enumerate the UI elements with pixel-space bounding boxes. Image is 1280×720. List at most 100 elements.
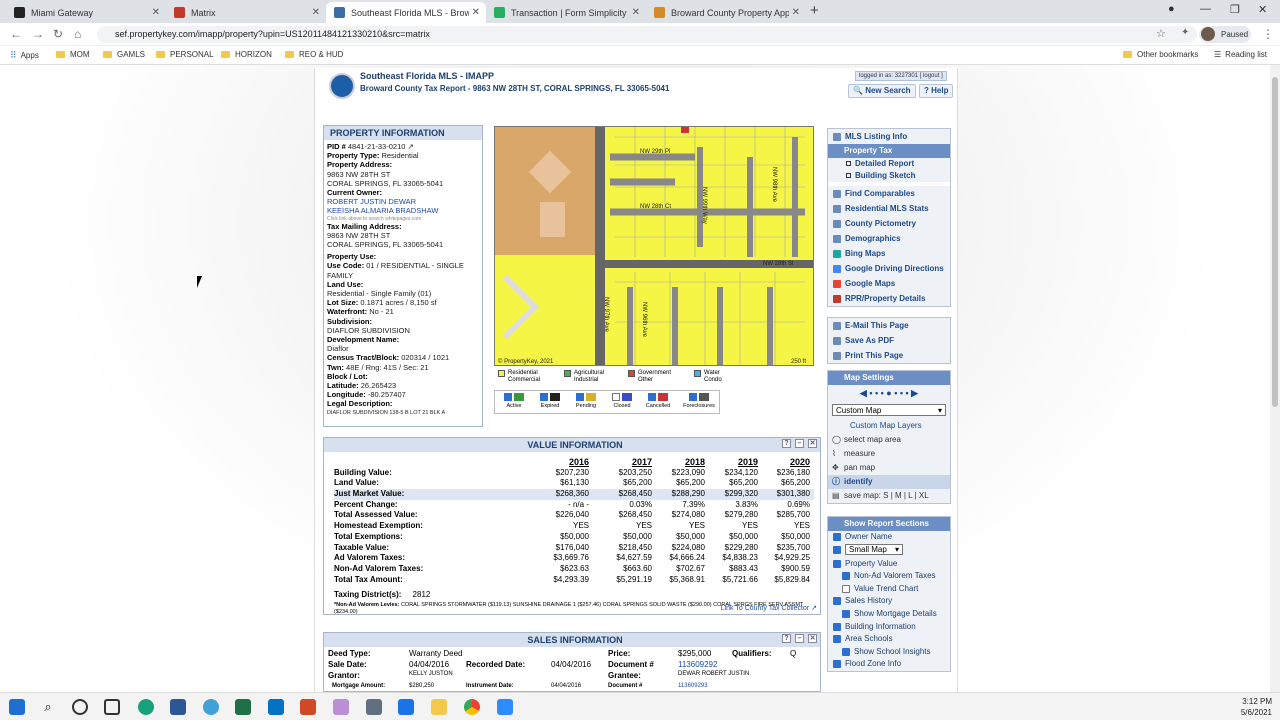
checkbox-icon[interactable] xyxy=(833,597,841,606)
new-tab-button[interactable]: + xyxy=(810,2,819,19)
minimize-icon[interactable]: – xyxy=(795,439,804,448)
checkbox-icon[interactable] xyxy=(833,635,841,644)
scrollbar-thumb[interactable] xyxy=(1272,77,1278,407)
sidebar-item-mls-stats[interactable]: Residential MLS Stats xyxy=(828,201,950,216)
bookmark-personal[interactable]: PERSONAL xyxy=(156,50,214,59)
checkbox-unchecked-icon[interactable] xyxy=(842,584,850,593)
help-button[interactable]: ? Help xyxy=(919,84,954,98)
close-icon[interactable]: ✕ xyxy=(312,7,320,18)
parcel-map[interactable]: © PropertyKey, 2021 250 ft NW 29th Pl NW… xyxy=(494,126,814,366)
document2-link[interactable]: 113609293 xyxy=(678,683,708,689)
sidebar-item-building-sketch[interactable]: Building Sketch xyxy=(828,170,950,182)
subject-property-marker[interactable] xyxy=(681,127,689,133)
section-area-schools[interactable]: Area Schools xyxy=(828,633,950,646)
outlook-icon[interactable] xyxy=(268,699,284,715)
task-view-icon[interactable] xyxy=(104,699,120,715)
owner-link-1[interactable]: ROBERT JUSTIN DEWAR xyxy=(327,197,479,206)
maximize-icon[interactable]: ❐ xyxy=(1230,3,1240,16)
minimize-icon[interactable]: — xyxy=(1200,3,1211,15)
browser-icon[interactable] xyxy=(203,699,219,715)
checkbox-icon[interactable] xyxy=(833,622,841,631)
close-icon[interactable]: ✕ xyxy=(472,7,480,18)
login-status[interactable]: logged in as: 3227301 [ logout ] xyxy=(855,71,947,81)
zoom-icon[interactable] xyxy=(497,699,513,715)
checkbox-icon[interactable] xyxy=(833,559,841,568)
checkbox-icon[interactable] xyxy=(842,609,850,618)
layer-pending[interactable]: Pending xyxy=(569,393,603,409)
section-value-trend[interactable]: Value Trend Chart xyxy=(828,583,950,596)
map-size-select[interactable]: Small Map xyxy=(845,543,903,555)
section-small-map[interactable]: Small Map xyxy=(828,543,950,558)
save-pdf-button[interactable]: Save As PDF xyxy=(828,333,950,348)
section-mortgage-details[interactable]: Show Mortgage Details xyxy=(828,608,950,621)
section-property-value[interactable]: Property Value xyxy=(828,558,950,571)
section-owner-name[interactable]: Owner Name xyxy=(828,531,950,544)
reading-list[interactable]: ☰ Reading list xyxy=(1214,50,1267,59)
bookmark-apps[interactable]: ⠿ Apps xyxy=(10,50,39,61)
minimize-icon[interactable]: – xyxy=(795,634,804,643)
owner-link-2[interactable]: KEEISHA ALMARIA BRADSHAW xyxy=(327,206,479,215)
new-search-button[interactable]: 🔍 New Search xyxy=(848,84,916,98)
select-map-area-tool[interactable]: ◯ select map area xyxy=(828,433,950,447)
sidebar-item-mls-listing[interactable]: MLS Listing Info xyxy=(828,129,950,144)
zoom-slider[interactable]: ◀ • • • ● • • • ▶ xyxy=(828,385,950,401)
word-icon[interactable] xyxy=(170,699,186,715)
sidebar-item-detailed-report[interactable]: Detailed Report xyxy=(828,158,950,170)
checkbox-icon[interactable] xyxy=(833,660,841,669)
page-scrollbar[interactable] xyxy=(1270,65,1280,692)
section-building-info[interactable]: Building Information xyxy=(828,621,950,634)
app-icon[interactable] xyxy=(333,699,349,715)
sidebar-item-bing-maps[interactable]: Bing Maps xyxy=(828,246,950,261)
section-school-insights[interactable]: Show School Insights xyxy=(828,646,950,659)
close-icon[interactable]: ✕ xyxy=(792,7,800,18)
bookmark-horizon[interactable]: HORIZON xyxy=(221,50,272,59)
bookmark-reo-hud[interactable]: REO & HUD xyxy=(285,50,343,59)
checkbox-unchecked-icon[interactable] xyxy=(612,393,620,401)
help-icon[interactable]: ? xyxy=(782,634,791,643)
cortana-icon[interactable] xyxy=(72,699,88,715)
sidebar-item-property-tax[interactable]: Property Tax xyxy=(828,144,950,158)
app-icon[interactable] xyxy=(398,699,414,715)
tax-collector-link[interactable]: Link To County Tax Collector ↗ xyxy=(721,604,817,612)
sidebar-item-find-comparables[interactable]: Find Comparables xyxy=(828,186,950,201)
checkbox-icon[interactable] xyxy=(833,545,841,554)
app-icon[interactable] xyxy=(366,699,382,715)
url-input[interactable]: sef.propertykey.com/imapp/property?upin=… xyxy=(97,26,1197,43)
layer-cancelled[interactable]: Cancelled xyxy=(641,393,675,409)
tab-broward-appraiser[interactable]: Broward County Property Appra ✕ xyxy=(646,2,806,23)
bookmark-star-icon[interactable]: ☆ xyxy=(1156,27,1166,40)
search-icon[interactable]: ⌕ xyxy=(40,699,56,715)
system-clock[interactable]: 3:12 PM 5/6/2021 xyxy=(1241,696,1272,718)
layer-expired[interactable]: Expired xyxy=(533,393,567,409)
extensions-icon[interactable]: ✦ xyxy=(1181,27,1189,38)
checkbox-icon[interactable] xyxy=(833,533,841,541)
checkbox-icon[interactable] xyxy=(842,647,850,656)
map-type-select[interactable]: Custom Map xyxy=(832,404,946,416)
custom-map-layers-toggle[interactable]: Custom Map Layers xyxy=(828,419,950,433)
tab-matrix[interactable]: Matrix ✕ xyxy=(166,2,326,23)
external-link-icon[interactable]: ↗ xyxy=(408,142,414,151)
identify-tool[interactable]: ⓘ identify xyxy=(828,475,950,489)
section-sales-history[interactable]: Sales History xyxy=(828,595,950,608)
checkbox-icon[interactable] xyxy=(540,393,548,401)
section-flood-zone[interactable]: Flood Zone Info xyxy=(828,658,950,671)
help-icon[interactable]: ? xyxy=(782,439,791,448)
checkbox-icon[interactable] xyxy=(689,393,697,401)
tab-miami-gateway[interactable]: Miami Gateway ✕ xyxy=(6,2,166,23)
file-explorer-icon[interactable] xyxy=(431,699,447,715)
bookmark-mom[interactable]: MOM xyxy=(56,50,90,59)
reload-icon[interactable]: ↻ xyxy=(53,27,63,41)
layer-closed[interactable]: Closed xyxy=(605,393,639,409)
sidebar-item-demographics[interactable]: Demographics xyxy=(828,231,950,246)
powerpoint-icon[interactable] xyxy=(300,699,316,715)
checkbox-icon[interactable] xyxy=(842,572,850,581)
chrome-icon[interactable] xyxy=(464,699,480,715)
layer-active[interactable]: Active xyxy=(497,393,531,409)
bookmark-gamls[interactable]: GAMLS xyxy=(103,50,145,59)
bookmark-other[interactable]: Other bookmarks xyxy=(1123,50,1198,59)
excel-icon[interactable] xyxy=(235,699,251,715)
sidebar-item-google-directions[interactable]: Google Driving Directions xyxy=(828,261,950,276)
section-non-ad-valorem[interactable]: Non-Ad Valorem Taxes xyxy=(828,570,950,583)
tab-form-simplicity[interactable]: Transaction | Form Simplicity ✕ xyxy=(486,2,646,23)
sidebar-item-rpr[interactable]: RPR/Property Details xyxy=(828,291,950,306)
